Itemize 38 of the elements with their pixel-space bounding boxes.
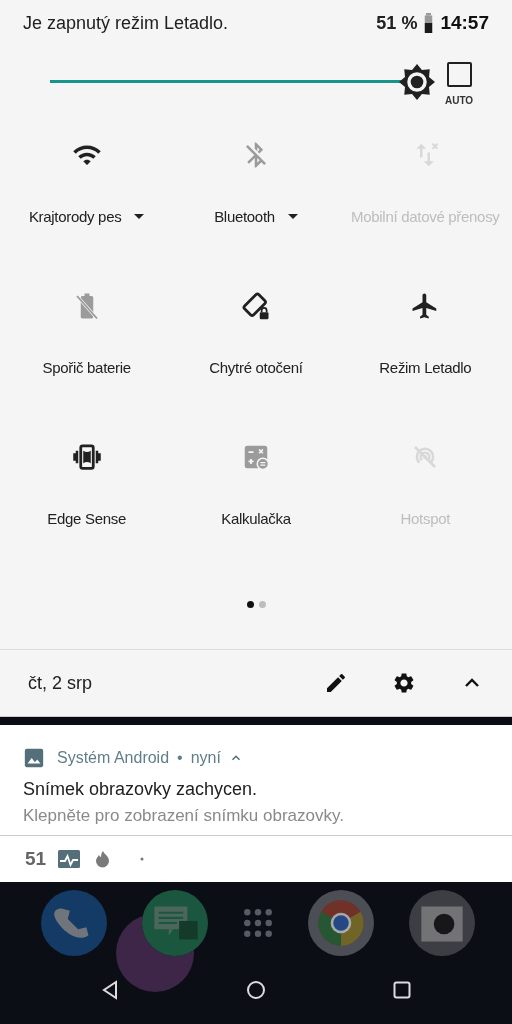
- page-indicator-dot[interactable]: [246, 600, 254, 608]
- pulse-chart-icon: [58, 849, 81, 869]
- rotate-lock-icon: [241, 291, 271, 321]
- date-text: čt, 2 srp: [28, 672, 93, 694]
- settings-icon[interactable]: [392, 671, 416, 695]
- auto-checkbox[interactable]: [446, 62, 472, 87]
- auto-label: AUTO: [445, 95, 474, 106]
- image-icon: [23, 747, 45, 769]
- quick-tile[interactable]: Edge Sense: [2, 424, 171, 546]
- app-name: Systém Android: [57, 749, 170, 767]
- battery-percent: 51 %: [376, 12, 418, 34]
- clock: 14:57: [440, 12, 489, 34]
- notification-time: nyní: [190, 749, 221, 767]
- quick-tile[interactable]: Režim Letadlo: [341, 273, 510, 395]
- separator-dot: •: [177, 749, 183, 767]
- round-logo-icon[interactable]: [307, 890, 374, 956]
- notification-title: Snímek obrazovky zachycen.: [23, 779, 259, 800]
- app-grid-icon[interactable]: [243, 908, 273, 938]
- camera-icon[interactable]: [408, 890, 475, 956]
- quick-tile[interactable]: Krajtorody pes: [2, 122, 171, 244]
- quick-tile[interactable]: Bluetooth: [172, 122, 340, 244]
- notification-text: Klepněte pro zobrazení snímku obrazovky.: [23, 806, 345, 826]
- brightness-thumb[interactable]: [398, 64, 435, 100]
- edit-icon[interactable]: [324, 671, 348, 695]
- notification-card[interactable]: Systém Android • nyní Snímek obrazovky zachycen. Klepněte pro zobrazení snímku obrazovky.: [0, 725, 512, 835]
- quick-tile[interactable]: Kalkulačka: [172, 424, 340, 546]
- phone-icon[interactable]: [41, 890, 108, 956]
- phone-squeeze-icon: [71, 442, 102, 472]
- battery-icon: [424, 13, 434, 33]
- status-message: Je zapnutý režim Letadlo.: [23, 12, 229, 34]
- notification-count: 51: [25, 848, 47, 870]
- quick-tile[interactable]: Spořič baterie: [2, 273, 171, 395]
- message-icon[interactable]: [142, 890, 209, 956]
- quick-tile[interactable]: Chytré otočení: [172, 273, 340, 395]
- home-icon[interactable]: [244, 978, 268, 1002]
- dot-icon: [140, 857, 145, 861]
- page-indicator-dot[interactable]: [258, 600, 266, 608]
- brightness-slider[interactable]: [50, 64, 432, 100]
